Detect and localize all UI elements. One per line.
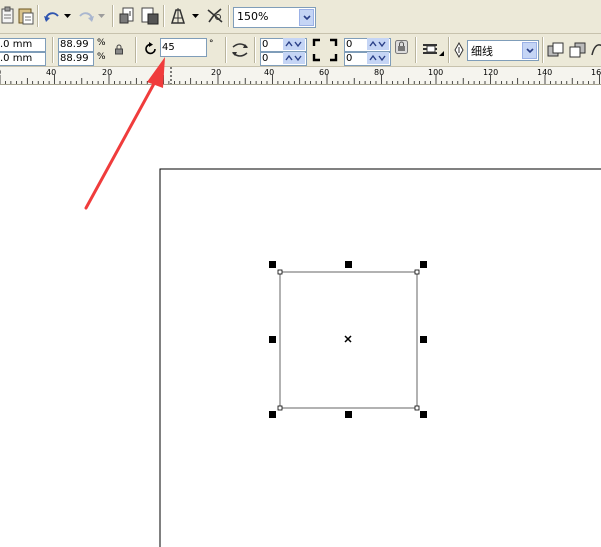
page-border (159, 168, 601, 547)
import-icon[interactable] (118, 6, 138, 26)
corner-left-bottom-spinner-icon[interactable] (283, 52, 305, 64)
outline-width-dropdown-button[interactable] (522, 42, 537, 59)
toolbar-separator (228, 5, 229, 27)
corner-right-bottom-value: 0 (346, 53, 353, 64)
drawing-canvas[interactable] (0, 85, 601, 547)
ruler-label: 100 (428, 68, 443, 77)
scale-y-field[interactable]: 88.99 (58, 52, 94, 66)
scale-x-field[interactable]: 88.99 (58, 38, 94, 52)
corner-right-top-spinner-icon[interactable] (367, 38, 389, 50)
position-x-field[interactable]: .0 mm (0, 38, 46, 52)
position-y-field[interactable]: .0 mm (0, 52, 46, 66)
scale-x-percent: % (97, 38, 106, 48)
wrap-text-icon[interactable] (421, 40, 441, 60)
ruler-label: 0 (0, 68, 1, 77)
selection-handle-left[interactable] (269, 336, 276, 343)
toolbar-separator (415, 37, 416, 63)
chevron-down-icon (303, 15, 311, 21)
ruler-label: 40 (264, 68, 274, 77)
toolbar-separator (52, 37, 53, 63)
toolbar-separator (163, 5, 164, 27)
launcher-dropdown-icon[interactable] (192, 14, 199, 19)
ruler-label: 20 (211, 68, 221, 77)
center-point-icon[interactable] (344, 335, 352, 343)
ruler-scale: 0 40 20 0 20 40 60 80 100 120 140 160 (0, 67, 601, 84)
scale-y-percent: % (97, 52, 106, 62)
corner-right-top-value: 0 (346, 39, 353, 50)
to-back-icon[interactable] (568, 40, 588, 60)
toolbar-separator (225, 37, 226, 63)
corner-node[interactable] (277, 269, 283, 275)
undo-icon[interactable] (42, 6, 62, 26)
selection-handle-bottom-right[interactable] (420, 411, 427, 418)
ruler-label: 80 (374, 68, 384, 77)
rotation-angle-input[interactable]: 45 (160, 38, 207, 57)
outline-width-select[interactable]: 细线 (467, 40, 539, 61)
ruler-label: 0 (157, 68, 162, 77)
welcome-screen-icon[interactable] (205, 6, 225, 26)
degree-symbol: ° (209, 39, 214, 49)
horizontal-ruler[interactable]: 0 40 20 0 20 40 60 80 100 120 140 160 (0, 67, 601, 85)
zoom-level-select[interactable]: 150% (233, 7, 316, 28)
toolbar-separator (37, 5, 38, 27)
ruler-label: 140 (537, 68, 552, 77)
selection-handle-top-left[interactable] (269, 261, 276, 268)
outline-pen-icon (454, 42, 464, 58)
selection-handle-top-right[interactable] (420, 261, 427, 268)
canvas-drawing (159, 168, 601, 547)
ruler-label: 60 (319, 68, 329, 77)
toolbar-separator (542, 37, 543, 63)
lock-ratio-icon[interactable] (114, 44, 124, 55)
ruler-label: 160 (591, 68, 601, 77)
corner-node[interactable] (414, 269, 420, 275)
paste-special-icon[interactable] (17, 6, 37, 26)
corner-left-bottom-value: 0 (262, 53, 269, 64)
zoom-dropdown-button[interactable] (299, 9, 314, 26)
corner-node[interactable] (277, 405, 283, 411)
selection-handle-top[interactable] (345, 261, 352, 268)
corner-roundness-icon (312, 38, 338, 62)
undo-dropdown-icon[interactable] (64, 14, 71, 19)
wrap-text-dropdown-icon[interactable] (439, 51, 444, 56)
redo-dropdown-icon[interactable] (98, 14, 105, 19)
standard-toolbar: 150% (0, 0, 601, 34)
redo-icon[interactable] (76, 6, 96, 26)
ruler-label: 20 (102, 68, 112, 77)
toolbar-separator (135, 37, 136, 63)
zoom-level-value: 150% (237, 10, 269, 23)
property-bar: .0 mm .0 mm 88.99 88.99 % % 45 ° 0 0 0 0… (0, 34, 601, 67)
to-front-icon[interactable] (546, 40, 566, 60)
mirror-icon[interactable] (230, 40, 250, 60)
convert-to-curves-icon[interactable] (590, 40, 601, 60)
toolbar-separator (254, 37, 255, 63)
ruler-label: 40 (46, 68, 56, 77)
toolbar-separator (448, 37, 449, 63)
round-corners-together-icon[interactable] (395, 40, 408, 54)
corner-left-top-value: 0 (262, 39, 269, 50)
corner-node[interactable] (414, 405, 420, 411)
outline-width-value: 细线 (471, 45, 493, 58)
rotate-icon (145, 42, 156, 55)
selection-handle-bottom[interactable] (345, 411, 352, 418)
selection-handle-bottom-left[interactable] (269, 411, 276, 418)
corner-left-top-spinner-icon[interactable] (283, 38, 305, 50)
chevron-down-icon (526, 48, 534, 54)
selection-handle-right[interactable] (420, 336, 427, 343)
corner-right-bottom-spinner-icon[interactable] (367, 52, 389, 64)
application-launcher-icon[interactable] (168, 6, 188, 26)
toolbar-separator (112, 5, 113, 27)
export-icon[interactable] (140, 6, 160, 26)
ruler-label: 120 (483, 68, 498, 77)
